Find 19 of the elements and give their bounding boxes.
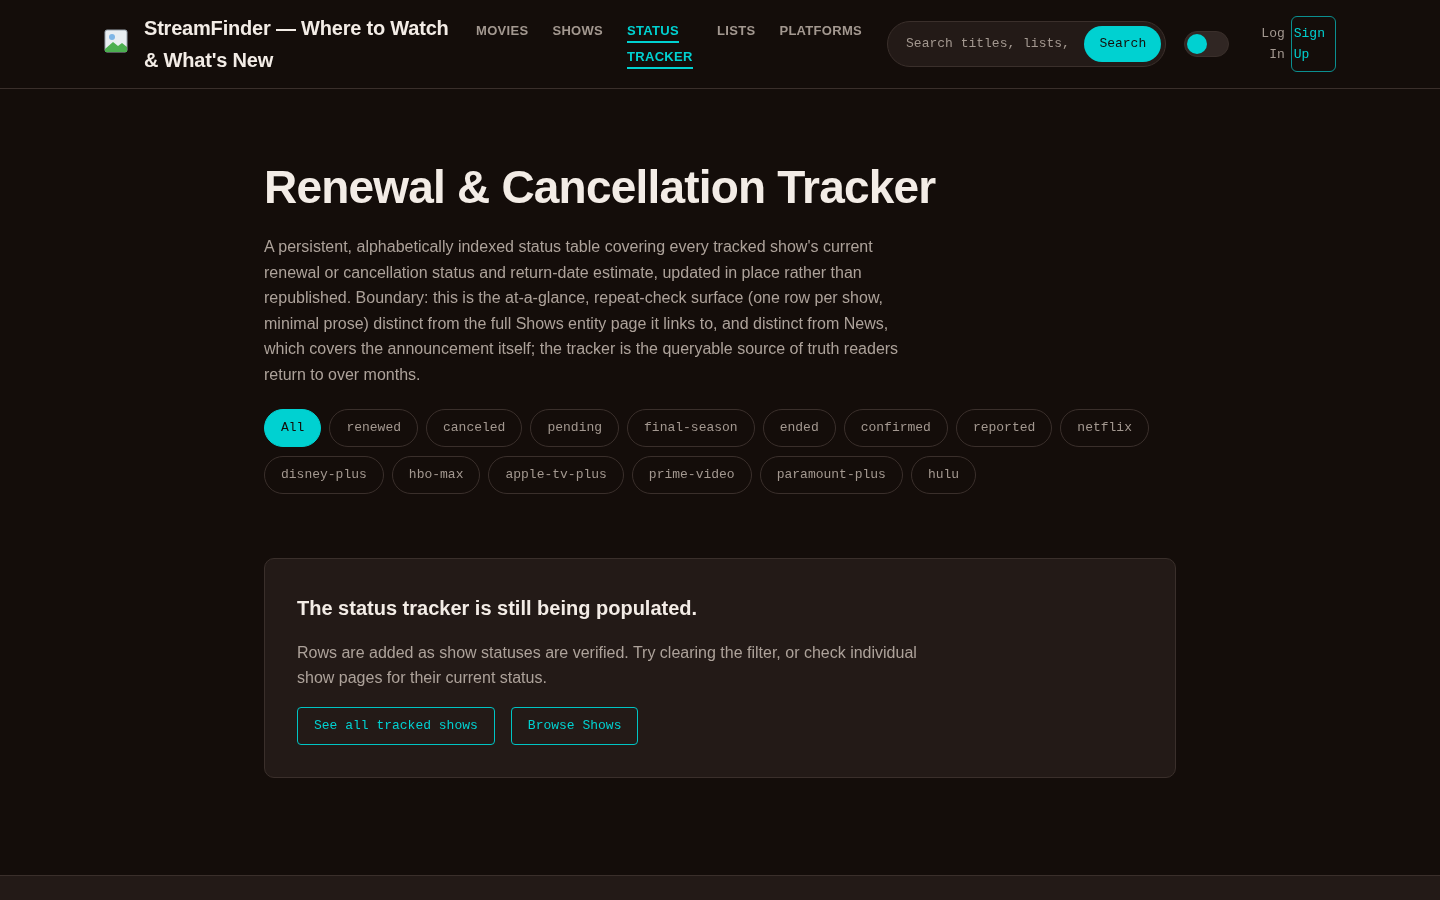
brand-title[interactable]: StreamFinder — Where to Watch & What's New <box>144 12 461 76</box>
sign-up-button[interactable]: Sign Up <box>1290 16 1336 72</box>
search-button[interactable]: Search <box>1084 26 1162 62</box>
nav-link[interactable]: MOVIES <box>476 18 529 44</box>
nav-link[interactable]: LISTS <box>717 18 756 44</box>
filter-chip[interactable]: All <box>264 408 322 447</box>
image-icon <box>104 29 128 53</box>
nav-link[interactable]: STATUS TRACKER <box>627 18 694 70</box>
action-button[interactable]: See all tracked shows <box>297 706 495 745</box>
nav-link[interactable]: SHOWS <box>552 18 604 44</box>
action-button[interactable]: Browse Shows <box>510 706 639 745</box>
log-in-link[interactable]: Log In <box>1245 23 1285 65</box>
search-field[interactable]: Search titles, lists, Search <box>887 21 1167 67</box>
empty-state-text: Rows are added as show statuses are verified. Try clearing the filter, or check individual show pages for their current status. <box>297 642 918 689</box>
empty-state-title: The status tracker is still being populated. <box>297 595 699 621</box>
theme-toggle[interactable] <box>1184 31 1230 57</box>
page-description: A persistent, alphabetically indexed status table covering every tracked show's current renewal or cancellation status and return-date estimate, updated in place rather than republished. Boundary: this is the at-a-glance, repeat-check surface (one row per show, minimal prose) distinct from the full Shows entity page it links to, and distinct from News, which covers the announcement itself; the tracker is the queryable source of truth readers return to over months. <box>264 237 900 385</box>
nav-link[interactable]: PLATFORMS <box>779 18 863 44</box>
page-title: Renewal & Cancellation Tracker <box>264 161 937 213</box>
